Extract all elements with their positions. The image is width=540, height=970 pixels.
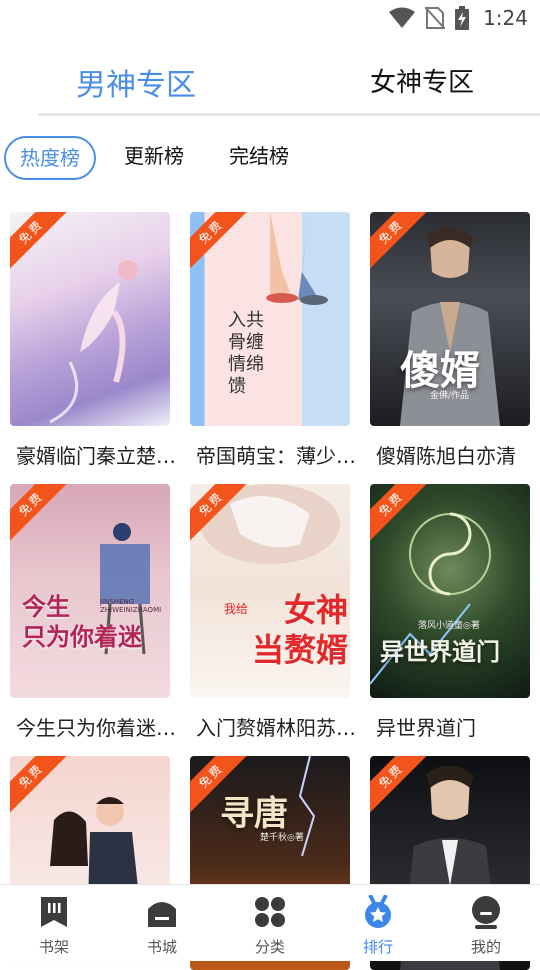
- nav-ranking[interactable]: 排行: [324, 894, 432, 957]
- nav-bookshelf[interactable]: 书架: [0, 895, 108, 957]
- book-title[interactable]: 豪婿临门秦立楚…: [16, 440, 182, 469]
- cover-title-text: 寻唐: [220, 794, 288, 834]
- status-bar: 1:24: [0, 0, 540, 36]
- cover-author-text: 金佛/作品: [430, 391, 470, 401]
- nav-label: 书架: [38, 938, 69, 956]
- book-title[interactable]: 入门赘婿林阳苏…: [196, 712, 362, 741]
- tab-divider: [38, 113, 540, 116]
- cover-pinyin-text: JINSHENG ZHIWEINIZHAOMI: [100, 598, 162, 614]
- book-cover[interactable]: 入共 骨缠 情绵 馈 免费: [190, 212, 350, 426]
- book-cover[interactable]: 女神 当赘婿 我给 免费: [190, 484, 350, 698]
- cover-author-text: 落风小道童◎著: [418, 621, 480, 631]
- ranking-icon: [365, 894, 391, 928]
- cover-title-text: 入共 骨缠 情绵 馈: [228, 310, 264, 397]
- book-cover[interactable]: 傻婿 金佛/作品 免费: [370, 212, 530, 426]
- nav-category[interactable]: 分类: [216, 895, 324, 957]
- profile-icon: [472, 896, 500, 929]
- wifi-icon: [389, 7, 416, 28]
- nav-label: 分类: [254, 938, 285, 956]
- book-cover[interactable]: 免费: [10, 212, 170, 426]
- nav-profile[interactable]: 我的: [432, 895, 540, 957]
- book-title[interactable]: 傻婿陈旭白亦清: [376, 440, 540, 469]
- tab-male-zone[interactable]: 男神专区: [76, 60, 196, 104]
- battery-charging-icon: [455, 6, 470, 30]
- bookstore-icon: [148, 902, 176, 927]
- cover-subtitle-text: 我给: [224, 602, 249, 616]
- ranking-tabs: 热度榜 更新榜 完结榜: [0, 136, 540, 180]
- status-time: 1:24: [483, 6, 528, 30]
- tab-completed-ranking[interactable]: 完结榜: [229, 136, 289, 176]
- book-title[interactable]: 帝国萌宝：薄少…: [196, 440, 362, 469]
- nav-label: 排行: [362, 938, 393, 956]
- book-cover[interactable]: 今生 只为你着迷 JINSHENG ZHIWEINIZHAOMI 免费: [10, 484, 170, 698]
- book-title[interactable]: 异世界道门: [376, 712, 540, 741]
- tab-female-zone[interactable]: 女神专区: [370, 62, 474, 99]
- book-title[interactable]: 今生只为你着迷…: [16, 712, 182, 741]
- category-tabs: 男神专区 女神专区: [0, 52, 540, 114]
- tab-hot-ranking[interactable]: 热度榜: [4, 136, 96, 180]
- nav-label: 我的: [470, 938, 501, 956]
- category-icon: [255, 897, 285, 927]
- cover-title-text: 女神 当赘婿: [251, 591, 348, 669]
- nav-bookstore[interactable]: 书城: [108, 895, 216, 957]
- bookshelf-icon: [41, 897, 67, 927]
- bottom-navigation: 书架 书城 分类 排行 我的: [0, 884, 540, 961]
- cover-author-text: 楚千秋◎著: [260, 833, 304, 843]
- status-icons: 1:24: [389, 6, 528, 30]
- cover-title-text: 异世界道门: [380, 637, 500, 666]
- nav-label: 书城: [146, 938, 177, 956]
- book-cover[interactable]: 异世界道门 落风小道童◎著 免费: [370, 484, 530, 698]
- tab-update-ranking[interactable]: 更新榜: [124, 136, 184, 176]
- no-sim-icon: [425, 7, 446, 29]
